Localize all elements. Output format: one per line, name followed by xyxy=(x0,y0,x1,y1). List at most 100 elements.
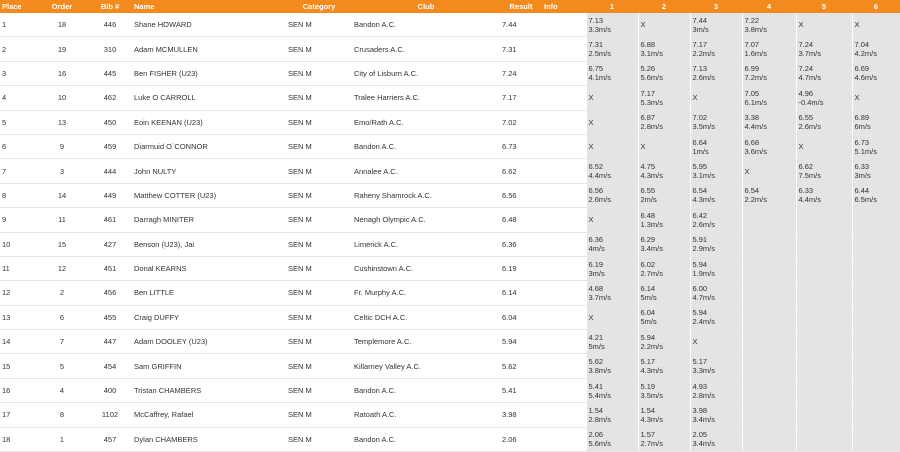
attempt-wind: 3m/s xyxy=(588,268,605,278)
category-cell: SEN M xyxy=(286,353,352,379)
col-header-attempt-6[interactable]: 6 xyxy=(852,0,900,13)
col-header-attempt-3[interactable]: 3 xyxy=(690,0,742,13)
attempt-wind: 4.3m/s xyxy=(640,414,664,424)
info-cell xyxy=(542,329,586,355)
attempt-6-cell: 6.44 6.5m/s xyxy=(851,183,900,209)
attempt-mark: 1.54 xyxy=(588,405,604,415)
col-header-bib[interactable]: Bib # xyxy=(88,0,132,13)
info-cell xyxy=(542,305,586,331)
athlete-name: Eoin KEENAN (U23) xyxy=(132,110,286,135)
attempt-mark: 6.68 xyxy=(744,137,760,147)
attempt-mark: 6.36 xyxy=(588,235,604,245)
info-cell xyxy=(542,256,586,282)
category-cell: SEN M xyxy=(286,329,352,355)
attempt-wind: 4.4m/s xyxy=(798,195,822,205)
attempt-1-cell: X xyxy=(585,207,639,233)
attempt-4-cell: 7.22 3.8m/s xyxy=(741,13,797,38)
order-cell: 8 xyxy=(36,402,88,428)
attempt-wind: 3.7m/s xyxy=(798,49,822,59)
col-header-attempt-4[interactable]: 4 xyxy=(742,0,796,13)
bib-cell: 450 xyxy=(88,110,132,135)
attempt-5-cell xyxy=(795,402,853,428)
attempt-mark: 6.55 xyxy=(798,113,814,123)
attempt-mark: 6.99 xyxy=(744,64,760,74)
attempt-mark: X xyxy=(588,142,594,152)
attempt-wind: 2m/s xyxy=(640,195,657,205)
attempt-4-cell: 6.68 3.6m/s xyxy=(741,134,797,160)
attempt-mark: X xyxy=(588,215,594,225)
attempt-6-cell xyxy=(851,427,900,452)
attempt-wind: 2.7m/s xyxy=(640,439,664,449)
order-cell: 15 xyxy=(36,232,88,257)
attempt-wind: 3.7m/s xyxy=(588,292,612,302)
order-cell: 14 xyxy=(36,183,88,209)
col-header-place[interactable]: Place xyxy=(0,0,36,13)
table-row: 3 16 445 Ben FISHER (U23) SEN M City of Lisbu… xyxy=(0,61,900,87)
attempt-4-cell xyxy=(741,207,797,233)
attempt-1-cell: X xyxy=(585,110,639,135)
col-header-result[interactable]: Result xyxy=(500,0,542,13)
attempt-wind: 2.6m/s xyxy=(588,195,612,205)
attempt-wind: 4.3m/s xyxy=(692,195,716,205)
attempt-mark: 6.19 xyxy=(588,259,604,269)
bib-cell: 451 xyxy=(88,256,132,282)
place-cell: 5 xyxy=(0,110,36,135)
athlete-name: Darragh MINITER xyxy=(132,207,286,233)
result-cell: 2.06 xyxy=(500,427,542,452)
attempt-mark: 3.38 xyxy=(744,113,760,123)
col-header-attempt-2[interactable]: 2 xyxy=(638,0,690,13)
place-cell: 17 xyxy=(0,402,36,428)
attempt-1-cell: 6.56 2.6m/s xyxy=(585,183,639,209)
attempt-mark: 7.07 xyxy=(744,40,760,50)
order-cell: 2 xyxy=(36,280,88,306)
attempt-mark: 7.13 xyxy=(692,64,708,74)
attempt-wind: 7.2m/s xyxy=(744,73,768,83)
results-table: Place Order Bib # Name Category Club Res… xyxy=(0,0,900,452)
attempt-wind: 5.6m/s xyxy=(640,73,664,83)
attempt-mark: 7.13 xyxy=(588,15,604,25)
result-cell: 7.02 xyxy=(500,110,542,135)
athlete-name: Adam DOOLEY (U23) xyxy=(132,329,286,355)
attempt-mark: 5.17 xyxy=(640,357,656,367)
place-cell: 10 xyxy=(0,232,36,257)
col-header-attempt-1[interactable]: 1 xyxy=(586,0,638,13)
order-cell: 19 xyxy=(36,36,88,62)
attempt-6-cell: 6.89 6m/s xyxy=(851,110,900,135)
attempt-2-cell: 4.75 4.3m/s xyxy=(637,158,691,184)
attempt-6-cell xyxy=(851,402,900,428)
order-cell: 9 xyxy=(36,134,88,160)
attempt-5-cell: X xyxy=(795,134,853,160)
col-header-club[interactable]: Club xyxy=(352,0,500,13)
info-cell xyxy=(542,353,586,379)
col-header-name[interactable]: Name xyxy=(132,0,286,13)
bib-cell: 459 xyxy=(88,134,132,160)
attempt-3-cell: 7.13 2.6m/s xyxy=(689,61,743,87)
order-cell: 6 xyxy=(36,305,88,331)
col-header-category[interactable]: Category xyxy=(286,0,352,13)
attempt-4-cell: 7.05 6.1m/s xyxy=(741,85,797,111)
club-name: City of Lisburn A.C. xyxy=(352,61,500,87)
attempt-wind: 4.7m/s xyxy=(798,73,822,83)
attempt-mark: 7.05 xyxy=(744,88,760,98)
attempt-wind: 3.4m/s xyxy=(692,439,716,449)
info-cell xyxy=(542,378,586,404)
attempt-2-cell: 7.17 5.3m/s xyxy=(637,85,691,111)
result-cell: 6.73 xyxy=(500,134,542,160)
attempt-2-cell: 6.29 3.4m/s xyxy=(637,232,691,257)
bib-cell: 427 xyxy=(88,232,132,257)
attempt-mark: 5.94 xyxy=(640,332,656,342)
attempt-wind: 2.5m/s xyxy=(588,49,612,59)
attempt-2-cell: 5.94 2.2m/s xyxy=(637,329,691,355)
attempt-wind: 1.9m/s xyxy=(692,268,716,278)
info-cell xyxy=(542,232,586,257)
col-header-attempt-5[interactable]: 5 xyxy=(796,0,852,13)
attempt-6-cell xyxy=(851,232,900,257)
bib-cell: 449 xyxy=(88,183,132,209)
col-header-info[interactable]: Info xyxy=(542,0,586,13)
order-cell: 4 xyxy=(36,378,88,404)
attempt-wind: 3.8m/s xyxy=(588,366,612,376)
col-header-order[interactable]: Order xyxy=(36,0,88,13)
attempt-wind: 2.6m/s xyxy=(798,122,822,132)
attempt-4-cell xyxy=(741,256,797,282)
info-cell xyxy=(542,183,586,209)
